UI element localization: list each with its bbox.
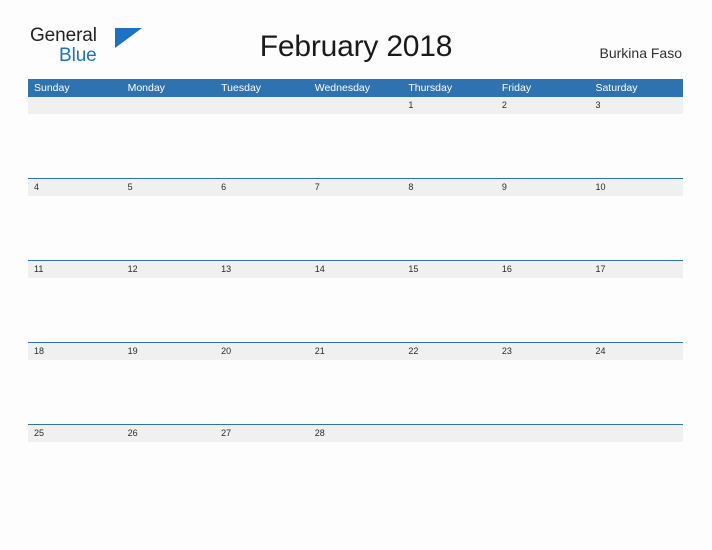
day-cell-number[interactable]: 11 xyxy=(28,261,122,278)
day-event-slot[interactable] xyxy=(122,278,216,342)
page-header: General Blue February 2018 Burkina Faso xyxy=(0,0,712,65)
day-event-slot[interactable] xyxy=(589,114,683,178)
day-cell-number[interactable]: 1 xyxy=(402,97,496,114)
day-cell-number[interactable]: 27 xyxy=(215,425,309,442)
calendar-week-row: 1 2 3 xyxy=(28,97,683,178)
day-cell-number[interactable]: 21 xyxy=(309,343,403,360)
day-event-slot[interactable] xyxy=(589,442,683,506)
day-cell-number[interactable]: 24 xyxy=(589,343,683,360)
day-cell-number[interactable]: 9 xyxy=(496,179,590,196)
weekday-header-tuesday: Tuesday xyxy=(221,82,262,94)
day-event-slot[interactable] xyxy=(28,360,122,424)
weekday-header-thursday: Thursday xyxy=(408,82,453,94)
day-cell-number[interactable]: 4 xyxy=(28,179,122,196)
weekday-header-sunday: Sunday xyxy=(34,82,70,94)
day-cell-number[interactable]: 2 xyxy=(496,97,590,114)
day-event-slot[interactable] xyxy=(309,278,403,342)
day-cell-number[interactable]: 28 xyxy=(309,425,403,442)
day-event-slot[interactable] xyxy=(402,442,496,506)
day-event-slot[interactable] xyxy=(496,442,590,506)
week-date-band: 4 5 6 7 8 9 10 xyxy=(28,179,683,196)
weekday-header-monday: Monday xyxy=(127,82,165,94)
day-cell-number[interactable]: 7 xyxy=(309,179,403,196)
day-cell-number[interactable] xyxy=(215,97,309,114)
week-event-area xyxy=(28,360,683,424)
day-event-slot[interactable] xyxy=(28,114,122,178)
week-event-area xyxy=(28,196,683,260)
weekday-header-saturday: Saturday xyxy=(595,82,638,94)
day-cell-number[interactable]: 13 xyxy=(215,261,309,278)
week-event-area xyxy=(28,114,683,178)
day-event-slot[interactable] xyxy=(28,196,122,260)
day-cell-number[interactable] xyxy=(122,97,216,114)
day-event-slot[interactable] xyxy=(215,442,309,506)
day-cell-number[interactable]: 10 xyxy=(589,179,683,196)
day-event-slot[interactable] xyxy=(309,360,403,424)
day-event-slot[interactable] xyxy=(402,278,496,342)
day-cell-number[interactable]: 15 xyxy=(402,261,496,278)
day-cell-number[interactable]: 8 xyxy=(402,179,496,196)
day-event-slot[interactable] xyxy=(215,278,309,342)
day-cell-number[interactable] xyxy=(402,425,496,442)
day-cell-number[interactable]: 5 xyxy=(122,179,216,196)
day-cell-number[interactable] xyxy=(496,425,590,442)
day-cell-number[interactable]: 23 xyxy=(496,343,590,360)
calendar-week-row: 25 26 27 28 xyxy=(28,424,683,506)
day-event-slot[interactable] xyxy=(215,360,309,424)
day-event-slot[interactable] xyxy=(28,442,122,506)
week-date-band: 11 12 13 14 15 16 17 xyxy=(28,261,683,278)
day-event-slot[interactable] xyxy=(215,114,309,178)
calendar-weekday-header: Sunday Monday Tuesday Wednesday Thursday… xyxy=(28,79,683,97)
calendar-week-row: 4 5 6 7 8 9 10 xyxy=(28,178,683,260)
day-event-slot[interactable] xyxy=(122,114,216,178)
day-event-slot[interactable] xyxy=(496,278,590,342)
day-event-slot[interactable] xyxy=(309,196,403,260)
day-cell-number[interactable] xyxy=(309,97,403,114)
day-event-slot[interactable] xyxy=(122,360,216,424)
day-event-slot[interactable] xyxy=(496,114,590,178)
day-event-slot[interactable] xyxy=(496,360,590,424)
day-cell-number[interactable]: 26 xyxy=(122,425,216,442)
day-event-slot[interactable] xyxy=(28,278,122,342)
day-event-slot[interactable] xyxy=(589,278,683,342)
day-cell-number[interactable]: 6 xyxy=(215,179,309,196)
day-event-slot[interactable] xyxy=(309,442,403,506)
day-cell-number[interactable] xyxy=(28,97,122,114)
day-cell-number[interactable]: 22 xyxy=(402,343,496,360)
day-event-slot[interactable] xyxy=(402,114,496,178)
calendar-week-row: 18 19 20 21 22 23 24 xyxy=(28,342,683,424)
week-event-area xyxy=(28,278,683,342)
day-cell-number[interactable]: 18 xyxy=(28,343,122,360)
day-event-slot[interactable] xyxy=(122,196,216,260)
day-cell-number[interactable]: 17 xyxy=(589,261,683,278)
day-cell-number[interactable] xyxy=(589,425,683,442)
day-event-slot[interactable] xyxy=(589,360,683,424)
day-event-slot[interactable] xyxy=(122,442,216,506)
day-event-slot[interactable] xyxy=(402,360,496,424)
day-cell-number[interactable]: 16 xyxy=(496,261,590,278)
day-cell-number[interactable]: 12 xyxy=(122,261,216,278)
day-cell-number[interactable]: 19 xyxy=(122,343,216,360)
day-event-slot[interactable] xyxy=(309,114,403,178)
day-cell-number[interactable]: 3 xyxy=(589,97,683,114)
weekday-header-friday: Friday xyxy=(501,82,532,94)
week-event-area xyxy=(28,442,683,506)
day-event-slot[interactable] xyxy=(215,196,309,260)
day-event-slot[interactable] xyxy=(402,196,496,260)
weekday-header-wednesday: Wednesday xyxy=(314,82,370,94)
day-cell-number[interactable]: 14 xyxy=(309,261,403,278)
calendar-week-row: 11 12 13 14 15 16 17 xyxy=(28,260,683,342)
day-cell-number[interactable]: 25 xyxy=(28,425,122,442)
week-date-band: 18 19 20 21 22 23 24 xyxy=(28,343,683,360)
day-event-slot[interactable] xyxy=(589,196,683,260)
week-date-band: 1 2 3 xyxy=(28,97,683,114)
calendar-grid: Sunday Monday Tuesday Wednesday Thursday… xyxy=(28,79,683,506)
country-label: Burkina Faso xyxy=(599,45,682,61)
day-cell-number[interactable]: 20 xyxy=(215,343,309,360)
day-event-slot[interactable] xyxy=(496,196,590,260)
week-date-band: 25 26 27 28 xyxy=(28,425,683,442)
